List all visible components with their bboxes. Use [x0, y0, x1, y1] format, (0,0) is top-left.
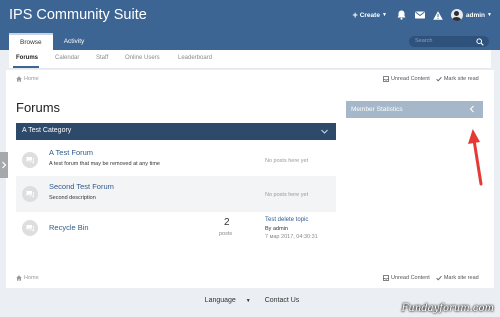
- page-title: Forums: [16, 100, 61, 115]
- home-icon: [16, 275, 22, 281]
- caret-down-icon: ▼: [381, 12, 387, 18]
- chevron-left-icon[interactable]: [468, 105, 476, 113]
- forum-description: Second description: [49, 195, 96, 201]
- search-input[interactable]: Search: [409, 36, 489, 47]
- forum-read-icon: [22, 152, 38, 168]
- breadcrumb-home[interactable]: Home: [24, 275, 39, 281]
- search-icon[interactable]: [476, 37, 484, 46]
- forum-read-icon: [22, 220, 38, 236]
- caret-down-icon: ▼: [245, 298, 251, 304]
- tab-activity[interactable]: Activity: [53, 33, 96, 50]
- breadcrumb-home[interactable]: Home: [24, 76, 39, 82]
- forum-title[interactable]: Recycle Bin: [49, 223, 89, 232]
- post-count-label: posts: [219, 231, 233, 237]
- forum-title[interactable]: Second Test Forum: [49, 182, 114, 191]
- envelope-icon[interactable]: [414, 10, 425, 20]
- forum-read-icon: [22, 186, 38, 202]
- forum-title[interactable]: A Test Forum: [49, 148, 93, 157]
- warning-icon[interactable]: [433, 10, 443, 20]
- search-placeholder: Search: [415, 37, 433, 44]
- check-icon: [436, 76, 442, 82]
- last-post-info: No posts here yet: [265, 192, 309, 198]
- chevron-right-icon: [2, 161, 7, 169]
- sidebar-toggle[interactable]: [0, 152, 8, 178]
- unread-content-link[interactable]: Unread Content: [383, 76, 430, 82]
- category-title[interactable]: A Test Category: [22, 127, 71, 134]
- bell-icon[interactable]: [397, 10, 407, 20]
- breadcrumb: Home: [16, 76, 39, 82]
- subnav-item-calendar[interactable]: Calendar: [55, 55, 79, 61]
- inbox-icon: [383, 76, 389, 82]
- create-button[interactable]: + Create ▼: [352, 10, 386, 20]
- main-tabs: Browse Activity: [9, 33, 95, 50]
- create-label: Create: [359, 11, 380, 19]
- sub-navigation: Forums Calendar Staff Online Users Leade…: [9, 50, 491, 69]
- last-post-date: 7 мар 2017, 04:30:31: [265, 234, 318, 240]
- subnav-item-online-users[interactable]: Online Users: [125, 55, 160, 61]
- subnav-item-forums[interactable]: Forums: [16, 55, 38, 61]
- widget-title: Member Statistics: [351, 106, 403, 113]
- home-icon: [16, 76, 22, 82]
- chevron-down-icon[interactable]: [320, 127, 329, 136]
- active-indicator: [13, 66, 39, 68]
- user-nav: + Create ▼ admin ▼: [352, 8, 492, 22]
- unread-content-label: Unread Content: [391, 275, 430, 281]
- forum-row: Second Test Forum Second description No …: [16, 176, 336, 212]
- watermark: Fundayforum.com: [401, 303, 494, 314]
- mark-site-read-label: Mark site read: [443, 275, 479, 281]
- post-count: 2: [224, 217, 230, 228]
- inbox-icon: [383, 275, 389, 281]
- mark-site-read-label: Mark site read: [443, 76, 479, 82]
- category-header[interactable]: A Test Category: [16, 123, 336, 140]
- check-icon: [436, 275, 442, 281]
- member-statistics-widget[interactable]: Member Statistics: [346, 101, 483, 118]
- subnav-item-leaderboard[interactable]: Leaderboard: [178, 55, 212, 61]
- annotation-arrow: [468, 129, 483, 186]
- forum-row: Recycle Bin 2 posts Test delete topic By…: [16, 212, 336, 248]
- subnav-item-staff[interactable]: Staff: [96, 55, 108, 61]
- breadcrumb-actions: Unread Content Mark site read: [383, 275, 479, 281]
- unread-content-link[interactable]: Unread Content: [383, 275, 430, 281]
- user-name[interactable]: admin: [466, 12, 485, 19]
- site-header: IPS Community Suite + Create ▼ admin ▼ B…: [0, 0, 500, 50]
- language-label: Language: [204, 297, 236, 304]
- tab-browse[interactable]: Browse: [9, 33, 53, 50]
- caret-down-icon[interactable]: ▼: [487, 12, 492, 18]
- user-avatar[interactable]: [450, 9, 463, 21]
- breadcrumb: Home: [16, 275, 39, 281]
- forum-description: A test forum that may be removed at any …: [49, 161, 160, 167]
- mark-site-read-link[interactable]: Mark site read: [436, 76, 479, 82]
- mark-site-read-link[interactable]: Mark site read: [436, 275, 479, 281]
- forum-row: A Test Forum A test forum that may be re…: [16, 142, 336, 178]
- breadcrumb-actions: Unread Content Mark site read: [383, 76, 479, 82]
- site-brand[interactable]: IPS Community Suite: [9, 7, 147, 23]
- last-post-info: No posts here yet: [265, 158, 309, 164]
- contact-us-link[interactable]: Contact Us: [265, 297, 300, 304]
- unread-content-label: Unread Content: [391, 76, 430, 82]
- last-post-title[interactable]: Test delete topic: [265, 217, 308, 223]
- language-menu[interactable]: Language ▼: [201, 297, 255, 304]
- last-post-author: By admin: [265, 226, 288, 232]
- plus-icon: +: [352, 10, 358, 20]
